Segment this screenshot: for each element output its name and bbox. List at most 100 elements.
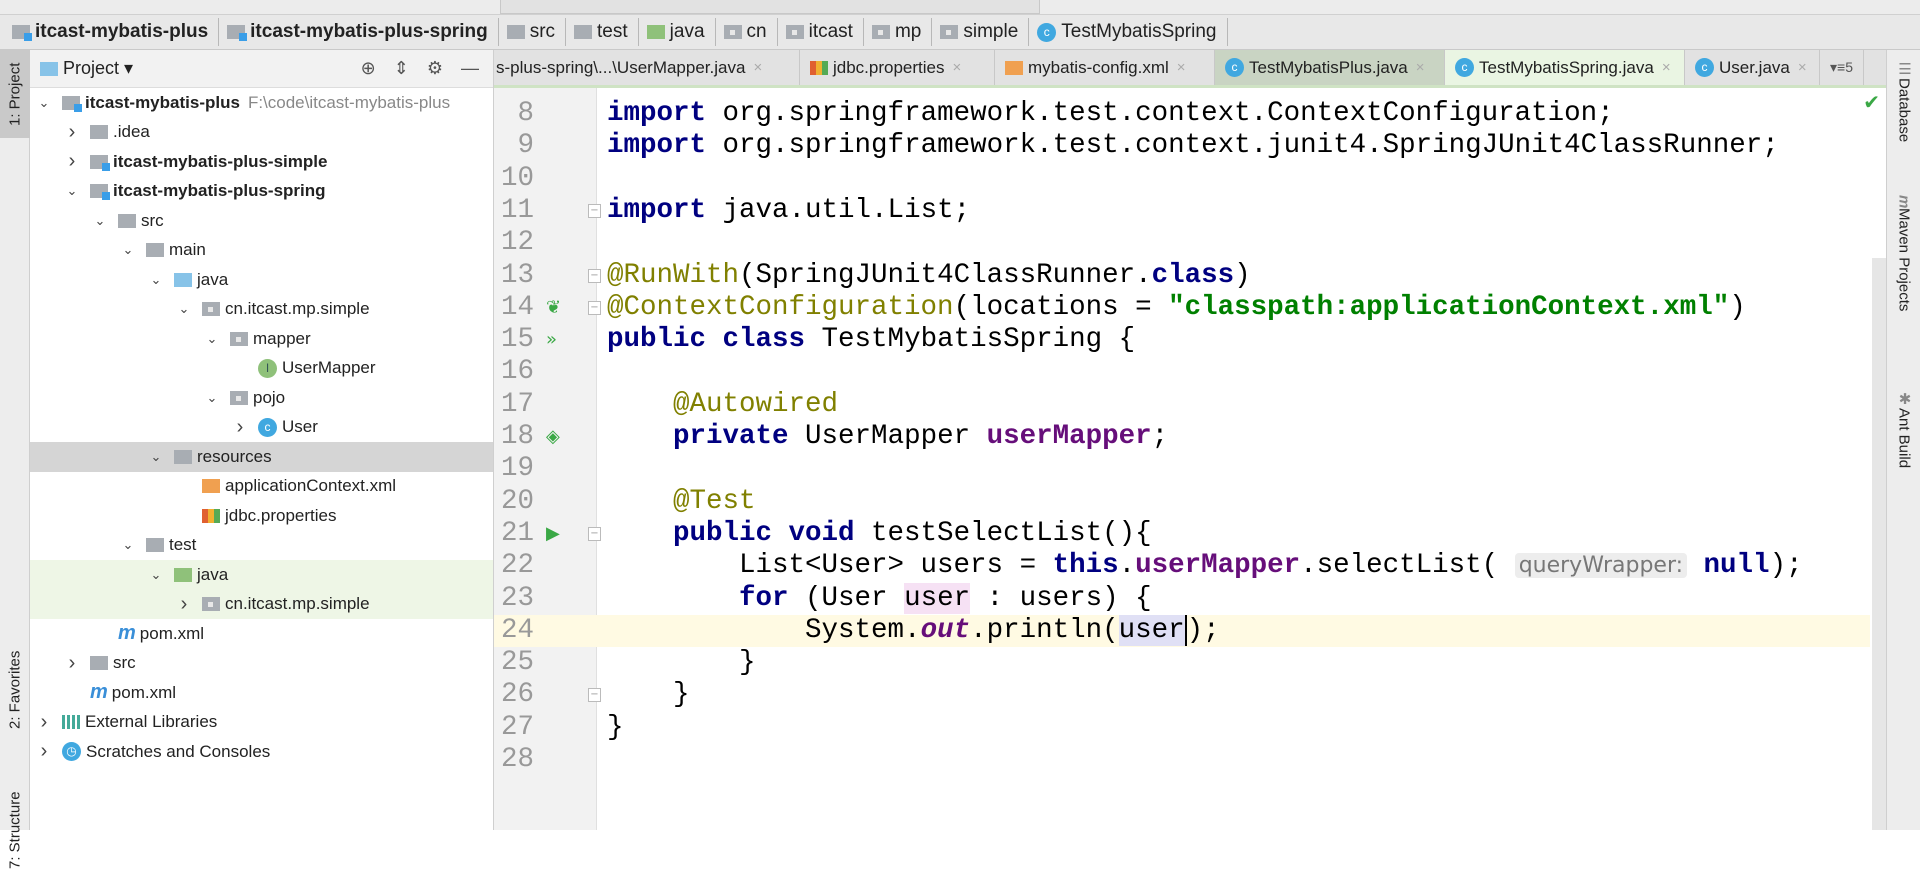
fold-icon[interactable]: − bbox=[588, 268, 601, 283]
chevron-right-icon[interactable]: › bbox=[34, 711, 54, 734]
breadcrumb-item[interactable]: itcast-mybatis-plus bbox=[12, 18, 220, 46]
code-line[interactable]: 17 @Autowired bbox=[494, 389, 1870, 421]
tree-item[interactable]: ⌄ src bbox=[30, 206, 493, 236]
code-line[interactable]: 13 − @RunWith(SpringJUnit4ClassRunner.clas… bbox=[494, 260, 1870, 292]
code-line[interactable]: 21 ▶ − public void testSelectList(){ bbox=[494, 518, 1870, 550]
code-line[interactable]: 24 System.out.println(user); bbox=[494, 614, 1870, 648]
tree-item[interactable]: ⌄ main bbox=[30, 236, 493, 266]
editor-tab[interactable]: c User.java × bbox=[1685, 50, 1820, 85]
tabs-overflow-button[interactable]: ▾≡5 bbox=[1820, 50, 1864, 85]
tree-item[interactable]: › ◷ Scratches and Consoles bbox=[30, 737, 493, 767]
chevron-down-icon[interactable]: ⌄ bbox=[146, 449, 166, 465]
code-line[interactable]: 25 } bbox=[494, 647, 1870, 679]
chevron-down-icon[interactable]: ⌄ bbox=[174, 301, 194, 317]
tree-item[interactable]: jdbc.properties bbox=[30, 501, 493, 531]
code-line[interactable]: 23 for (User user : users) { bbox=[494, 582, 1870, 615]
fold-icon[interactable]: − bbox=[588, 526, 601, 541]
code-line[interactable]: 20 @Test bbox=[494, 486, 1870, 518]
database-tool-tab[interactable]: ☰ Database bbox=[1887, 60, 1920, 180]
tree-item[interactable]: I UserMapper bbox=[30, 354, 493, 384]
editor-tab[interactable]: s-plus-spring\...\UserMapper.java × bbox=[494, 50, 800, 85]
editor-scrollbar[interactable] bbox=[1872, 258, 1886, 830]
chevron-right-icon[interactable]: › bbox=[62, 652, 82, 675]
locate-icon[interactable]: ⊕ bbox=[361, 58, 376, 79]
code-line[interactable]: 8 import org.springframework.test.context… bbox=[494, 98, 1870, 130]
chevron-down-icon[interactable]: ⌄ bbox=[34, 95, 54, 111]
editor-tab[interactable]: jdbc.properties × bbox=[800, 50, 995, 85]
chevron-down-icon[interactable]: ⌄ bbox=[202, 390, 222, 406]
tree-item[interactable]: m pom.xml bbox=[30, 678, 493, 708]
tree-item[interactable]: › .idea bbox=[30, 118, 493, 148]
chevron-down-icon[interactable]: ⌄ bbox=[118, 537, 138, 553]
run-configuration-selector[interactable] bbox=[500, 0, 1040, 14]
tree-item[interactable]: › c User bbox=[30, 413, 493, 443]
close-tab-icon[interactable]: × bbox=[1416, 59, 1425, 76]
tree-item[interactable]: › src bbox=[30, 649, 493, 679]
code-line[interactable]: 10 bbox=[494, 163, 1870, 195]
breadcrumb-item[interactable]: test bbox=[574, 18, 639, 46]
collapse-all-icon[interactable]: ⇕ bbox=[394, 58, 409, 79]
editor-tab[interactable]: c TestMybatisPlus.java × bbox=[1215, 50, 1445, 85]
chevron-right-icon[interactable]: › bbox=[174, 593, 194, 616]
tree-item[interactable]: ⌄ resources bbox=[30, 442, 493, 472]
tree-item[interactable]: ⌄ test bbox=[30, 531, 493, 561]
chevron-right-icon[interactable]: › bbox=[62, 150, 82, 173]
hide-icon[interactable]: — bbox=[461, 58, 479, 79]
run-class-icon[interactable]: » bbox=[546, 324, 557, 356]
chevron-down-icon[interactable]: ⌄ bbox=[118, 242, 138, 258]
close-tab-icon[interactable]: × bbox=[1798, 59, 1807, 76]
chevron-down-icon[interactable]: ⌄ bbox=[90, 213, 110, 229]
run-test-icon[interactable]: ▶ bbox=[546, 518, 560, 550]
breadcrumb-item[interactable]: simple bbox=[940, 18, 1030, 46]
fold-icon[interactable]: − bbox=[588, 203, 601, 218]
code-line[interactable]: 14 ❦ − @ContextConfiguration(locations = "c… bbox=[494, 292, 1870, 324]
favorites-tool-tab[interactable]: 2: Favorites bbox=[0, 610, 30, 770]
chevron-right-icon[interactable]: › bbox=[230, 416, 250, 439]
breadcrumb-item[interactable]: c TestMybatisSpring bbox=[1037, 18, 1228, 46]
fold-icon[interactable]: − bbox=[588, 300, 601, 315]
chevron-down-icon[interactable]: ⌄ bbox=[146, 567, 166, 583]
breadcrumb-item[interactable]: cn bbox=[723, 18, 778, 46]
code-line[interactable]: 12 bbox=[494, 227, 1870, 259]
code-line[interactable]: 9 import org.springframework.test.context… bbox=[494, 130, 1870, 162]
tree-item[interactable]: › itcast-mybatis-plus-simple bbox=[30, 147, 493, 177]
code-line[interactable]: 15 » public class TestMybatisSpring { bbox=[494, 324, 1870, 356]
gear-icon[interactable]: ⚙ bbox=[427, 58, 443, 79]
tree-item[interactable]: ⌄ itcast-mybatis-plus-spring bbox=[30, 177, 493, 207]
chevron-right-icon[interactable]: › bbox=[62, 121, 82, 144]
chevron-down-icon[interactable]: ⌄ bbox=[146, 272, 166, 288]
code-line[interactable]: 26 − } bbox=[494, 679, 1870, 711]
editor-tab[interactable]: c TestMybatisSpring.java × bbox=[1445, 50, 1685, 85]
close-tab-icon[interactable]: × bbox=[1662, 59, 1671, 76]
tree-item[interactable]: ⌄ pojo bbox=[30, 383, 493, 413]
tree-item[interactable]: › cn.itcast.mp.simple bbox=[30, 589, 493, 619]
spring-bean-icon[interactable]: ❦ bbox=[546, 292, 561, 324]
tree-item[interactable]: ⌄ mapper bbox=[30, 324, 493, 354]
tree-item[interactable]: ⌄ java bbox=[30, 265, 493, 295]
code-line[interactable]: 27} bbox=[494, 712, 1870, 744]
tree-item[interactable]: ⌄ java bbox=[30, 560, 493, 590]
code-line[interactable]: 28 bbox=[494, 744, 1870, 776]
code-line[interactable]: 11 − import java.util.List; bbox=[494, 195, 1870, 227]
breadcrumb-item[interactable]: mp bbox=[871, 18, 933, 46]
breadcrumb-item[interactable]: itcast-mybatis-plus-spring bbox=[227, 18, 499, 46]
close-tab-icon[interactable]: × bbox=[1177, 59, 1186, 76]
breadcrumb-item[interactable]: itcast bbox=[785, 18, 864, 46]
editor-tab[interactable]: mybatis-config.xml × bbox=[995, 50, 1215, 85]
tree-item[interactable]: ⌄ cn.itcast.mp.simple bbox=[30, 295, 493, 325]
autowired-bean-icon[interactable]: ◈ bbox=[546, 421, 560, 453]
code-line[interactable]: 16 bbox=[494, 356, 1870, 388]
project-view-selector[interactable]: Project ▾ bbox=[63, 58, 133, 79]
code-line[interactable]: 18 ◈ private UserMapper userMapper; bbox=[494, 421, 1870, 453]
project-tool-tab[interactable]: 1: Project bbox=[0, 50, 30, 138]
close-tab-icon[interactable]: × bbox=[953, 59, 962, 76]
chevron-down-icon[interactable]: ⌄ bbox=[202, 331, 222, 347]
code-editor[interactable]: 8 import org.springframework.test.context… bbox=[494, 88, 1886, 830]
structure-tool-tab[interactable]: 7: Structure bbox=[0, 780, 30, 880]
tree-item[interactable]: › External Libraries bbox=[30, 708, 493, 738]
tree-item[interactable]: m pom.xml bbox=[30, 619, 493, 649]
breadcrumb-item[interactable]: src bbox=[506, 18, 567, 46]
close-tab-icon[interactable]: × bbox=[753, 59, 762, 76]
chevron-right-icon[interactable]: › bbox=[34, 740, 54, 763]
chevron-down-icon[interactable]: ⌄ bbox=[62, 183, 82, 199]
